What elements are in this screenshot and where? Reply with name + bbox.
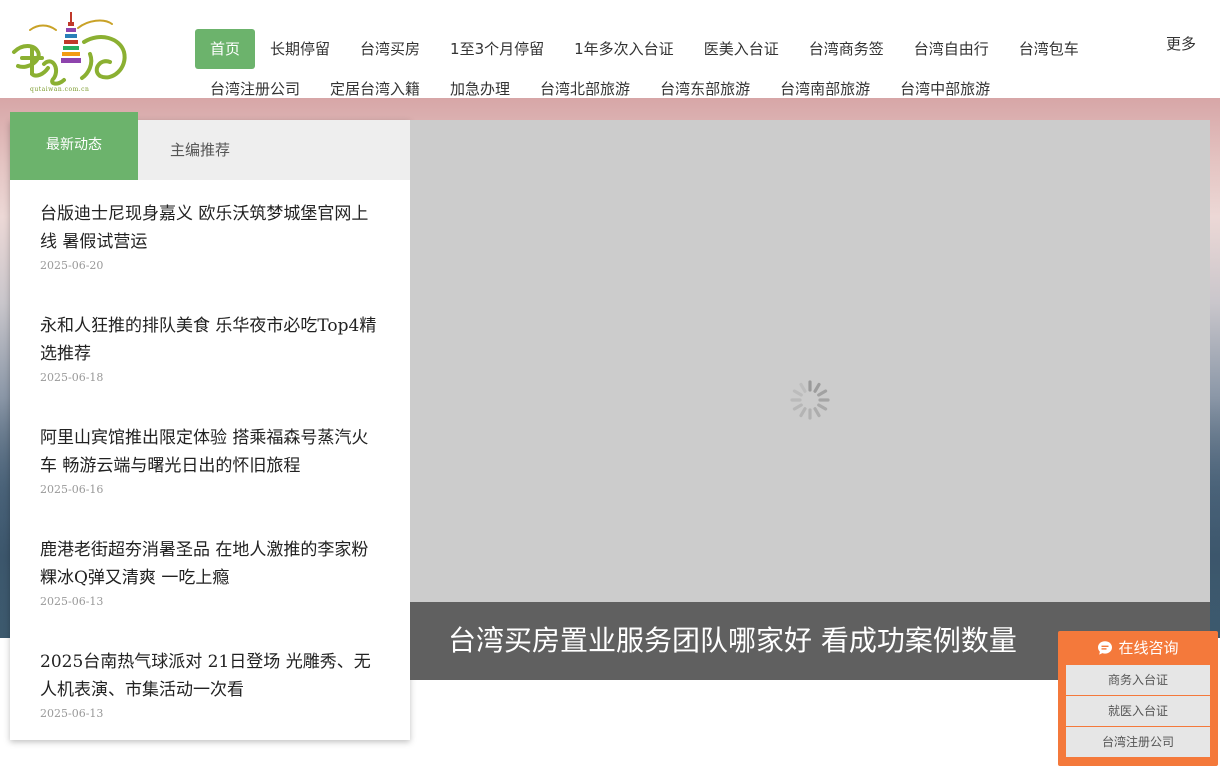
nav-item-register-company[interactable]: 台湾注册公司	[195, 78, 315, 100]
nav-item-home[interactable]: 首页	[195, 29, 256, 69]
news-title-link[interactable]: 台版迪士尼现身嘉义 欧乐沃筑梦城堡官网上线 暑假试营运	[40, 200, 385, 256]
news-tabs: 最新动态 主编推荐	[10, 112, 410, 180]
nav-item-central-travel[interactable]: 台湾中部旅游	[885, 78, 1005, 100]
nav-more-link[interactable]: 更多	[1166, 33, 1196, 54]
nav-item-east-travel[interactable]: 台湾东部旅游	[645, 78, 765, 100]
news-title-link[interactable]: 2025台南热气球派对 21日登场 光雕秀、无人机表演、市集活动一次看	[40, 648, 385, 704]
consult-business-permit-button[interactable]: 商务入台证	[1066, 665, 1210, 695]
nav-item-buy-house[interactable]: 台湾买房	[345, 29, 435, 69]
nav-item-settle-naturalize[interactable]: 定居台湾入籍	[315, 78, 435, 100]
tab-latest-news[interactable]: 最新动态	[10, 112, 138, 180]
news-date: 2025-06-20	[40, 259, 104, 272]
site-header: qutaiwan.com.cn 首页 长期停留 台湾买房 1至3个月停留 1年多…	[0, 0, 1220, 98]
tab-editor-picks[interactable]: 主编推荐	[170, 120, 230, 180]
loading-spinner-icon	[790, 380, 830, 420]
list-item: 鹿港老街超夯消暑圣品 在地人激推的李家粉粿冰Q弹又清爽 一吃上瘾 2025-06…	[40, 536, 385, 648]
nav-item-charter-car[interactable]: 台湾包车	[1004, 29, 1094, 69]
nav-item-long-stay[interactable]: 长期停留	[255, 29, 345, 69]
nav-item-multi-entry-permit[interactable]: 1年多次入台证	[559, 29, 689, 69]
consult-medical-permit-button[interactable]: 就医入台证	[1066, 696, 1210, 726]
consult-title: 在线咨询	[1118, 639, 1179, 657]
main-nav-row-1: 首页 长期停留 台湾买房 1至3个月停留 1年多次入台证 医美入台证 台湾商务签…	[195, 29, 1094, 69]
list-item: 永和人狂推的排队美食 乐华夜市必吃Top4精选推荐 2025-06-18	[40, 312, 385, 424]
list-item: 2025台南热气球派对 21日登场 光雕秀、无人机表演、市集活动一次看 2025…	[40, 648, 385, 760]
nav-item-1-3-month-stay[interactable]: 1至3个月停留	[435, 29, 559, 69]
news-panel: 最新动态 主编推荐 台版迪士尼现身嘉义 欧乐沃筑梦城堡官网上线 暑假试营运 20…	[10, 112, 410, 740]
news-title-link[interactable]: 鹿港老街超夯消暑圣品 在地人激推的李家粉粿冰Q弹又清爽 一吃上瘾	[40, 536, 385, 592]
chat-bubble-icon	[1098, 641, 1113, 655]
news-date: 2025-06-13	[40, 595, 104, 608]
list-item: 台版迪士尼现身嘉义 欧乐沃筑梦城堡官网上线 暑假试营运 2025-06-20	[40, 200, 385, 312]
news-list: 台版迪士尼现身嘉义 欧乐沃筑梦城堡官网上线 暑假试营运 2025-06-20 永…	[40, 200, 385, 760]
nav-item-urgent-processing[interactable]: 加急办理	[435, 78, 525, 100]
nav-item-south-travel[interactable]: 台湾南部旅游	[765, 78, 885, 100]
news-date: 2025-06-18	[40, 371, 104, 384]
nav-item-free-travel[interactable]: 台湾自由行	[899, 29, 1004, 69]
logo-graphic	[12, 12, 127, 86]
online-consult-widget: 在线咨询 商务入台证 就医入台证 台湾注册公司	[1058, 631, 1218, 766]
nav-item-medical-beauty-permit[interactable]: 医美入台证	[689, 29, 794, 69]
news-date: 2025-06-16	[40, 483, 104, 496]
consult-register-company-button[interactable]: 台湾注册公司	[1066, 727, 1210, 757]
list-item: 阿里山宾馆推出限定体验 搭乘福森号蒸汽火车 畅游云端与曙光日出的怀旧旅程 202…	[40, 424, 385, 536]
news-title-link[interactable]: 永和人狂推的排队美食 乐华夜市必吃Top4精选推荐	[40, 312, 385, 368]
news-title-link[interactable]: 阿里山宾馆推出限定体验 搭乘福森号蒸汽火车 畅游云端与曙光日出的怀旧旅程	[40, 424, 385, 480]
site-logo[interactable]: qutaiwan.com.cn	[8, 8, 136, 93]
logo-domain-text: qutaiwan.com.cn	[30, 86, 90, 93]
consult-header[interactable]: 在线咨询	[1058, 631, 1218, 665]
nav-item-business-visa[interactable]: 台湾商务签	[794, 29, 899, 69]
main-nav-row-2: 台湾注册公司 定居台湾入籍 加急办理 台湾北部旅游 台湾东部旅游 台湾南部旅游 …	[195, 78, 1005, 100]
nav-item-north-travel[interactable]: 台湾北部旅游	[525, 78, 645, 100]
news-date: 2025-06-13	[40, 707, 104, 720]
image-slider[interactable]: 台湾买房置业服务团队哪家好 看成功案例数量	[410, 120, 1210, 680]
